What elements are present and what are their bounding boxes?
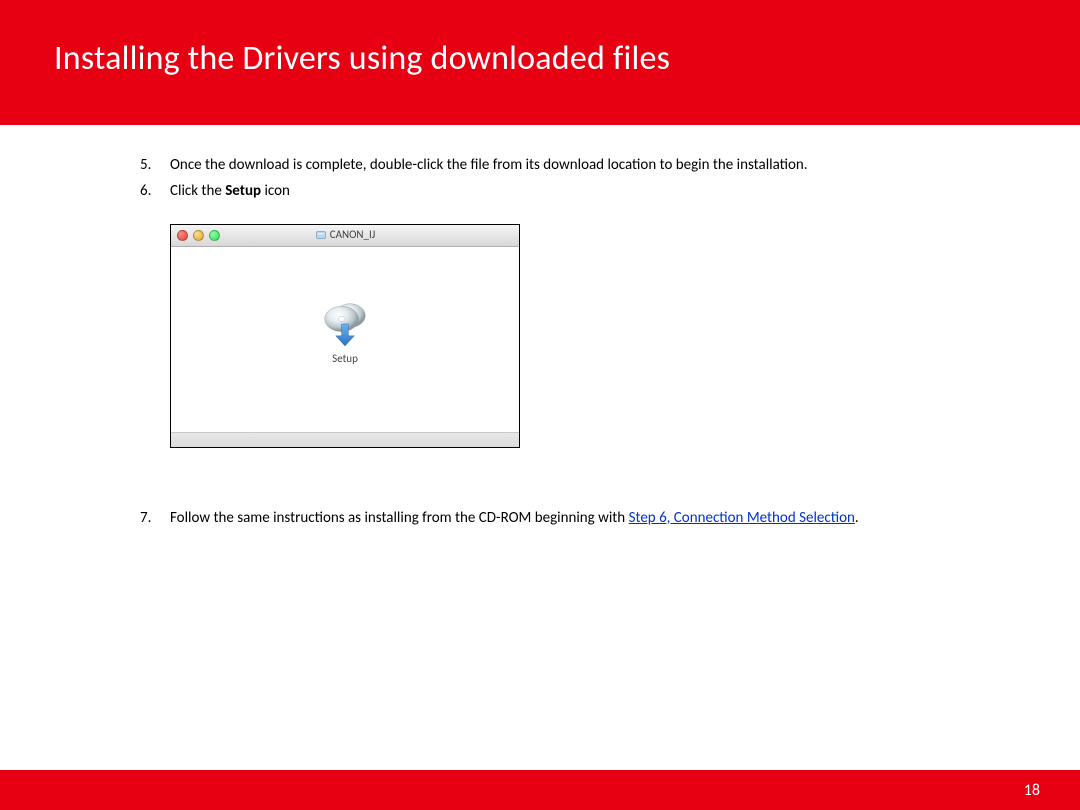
footer-bar: 18 [0,770,1080,810]
mac-window: CANON_IJ [170,224,520,448]
page-number: 18 [1024,781,1040,800]
step-text: Once the download is complete, double-cl… [170,156,808,174]
step-7: 7. Follow the same instructions as insta… [140,508,1020,528]
step-text-after: . [855,509,859,527]
mac-titlebar: CANON_IJ [171,225,519,247]
content-area: 5. Once the download is complete, double… [0,125,1080,528]
step-number: 6. [140,181,151,201]
screenshot-container: CANON_IJ [140,224,1020,448]
window-body: Setup [171,247,519,432]
disk-icon [315,229,327,241]
header-bar: Installing the Drivers using downloaded … [0,0,1080,125]
step-text-after: icon [261,182,290,200]
instruction-list: 5. Once the download is complete, double… [140,155,1020,528]
setup-label: Setup [332,352,358,367]
window-title-wrap: CANON_IJ [171,228,519,243]
step-number: 5. [140,155,151,175]
step-text-before: Follow the same instructions as installi… [170,509,629,527]
step-number: 7. [140,508,151,528]
step-5: 5. Once the download is complete, double… [140,155,1020,175]
connection-method-link[interactable]: Step 6, Connection Method Selection [629,509,855,527]
step-6: 6. Click the Setup icon [140,181,1020,201]
cd-install-icon [318,300,372,348]
setup-icon[interactable]: Setup [318,300,372,367]
window-title: CANON_IJ [330,228,375,243]
page-title: Installing the Drivers using downloaded … [54,38,1080,79]
scrollbar[interactable] [171,432,519,447]
step-text-before: Click the [170,182,225,200]
step-bold: Setup [225,182,261,200]
